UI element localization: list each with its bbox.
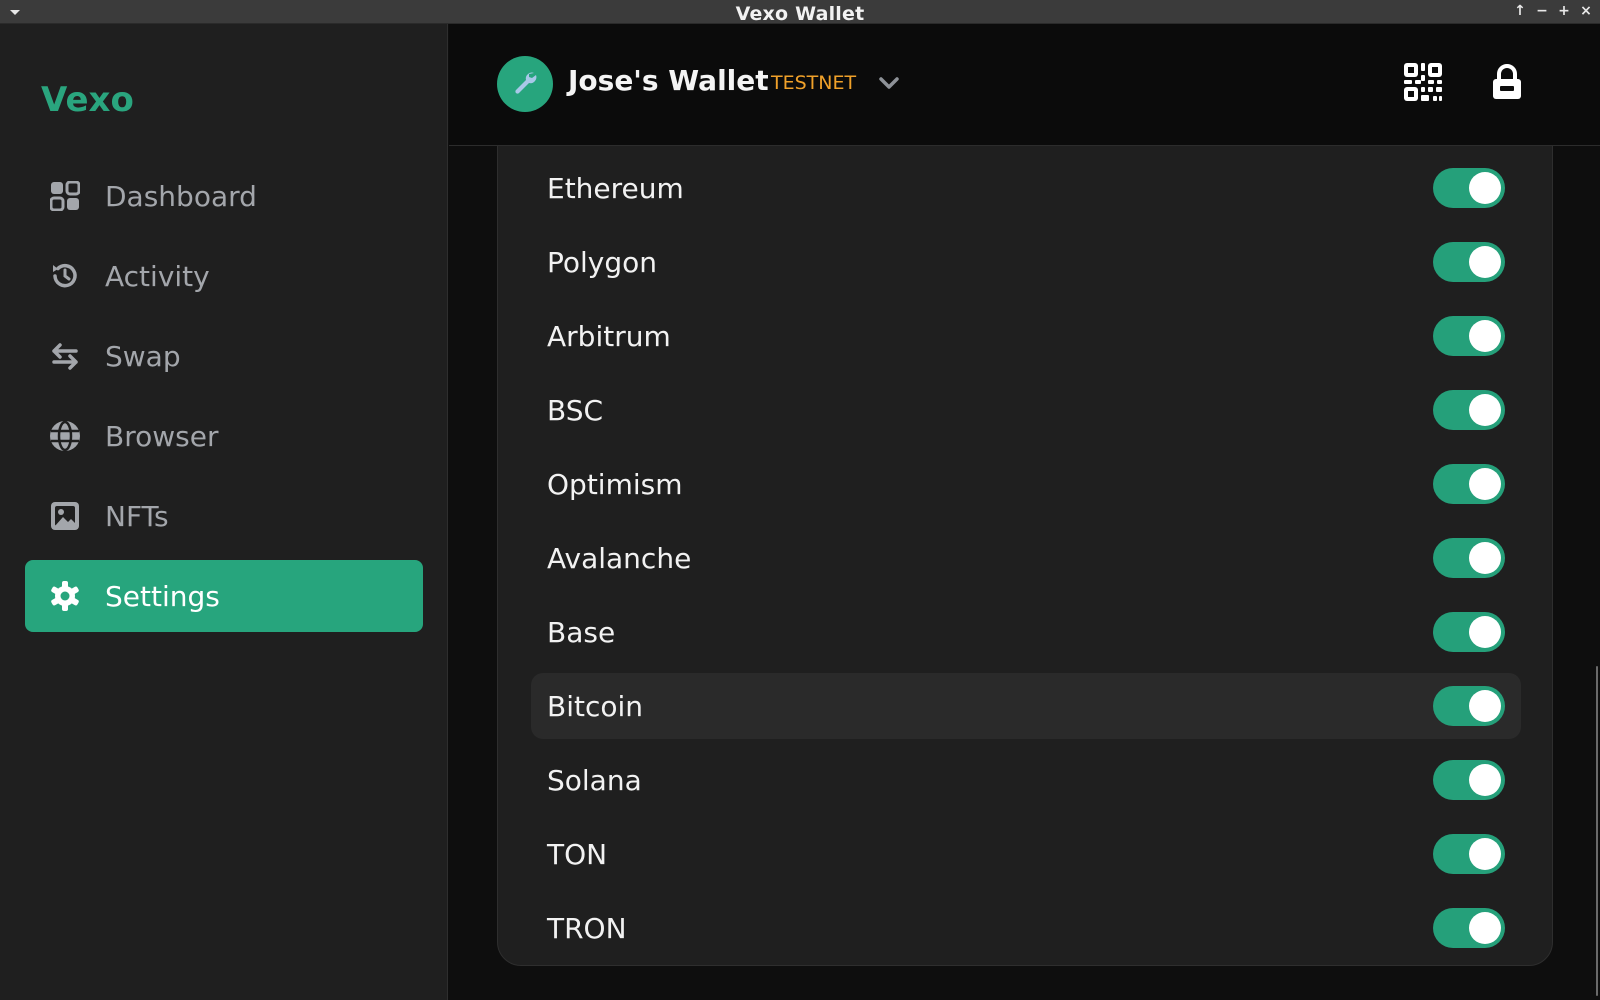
- chain-row-solana[interactable]: Solana: [531, 747, 1521, 813]
- toggle-knob: [1469, 764, 1501, 796]
- sidebar-item-label: Swap: [105, 339, 181, 373]
- history-icon: [49, 260, 81, 292]
- chain-name: Polygon: [547, 245, 658, 279]
- chain-toggle[interactable]: [1433, 168, 1505, 208]
- chain-row-base[interactable]: Base: [531, 599, 1521, 665]
- chain-row-bitcoin[interactable]: Bitcoin: [531, 673, 1521, 739]
- chain-toggle[interactable]: [1433, 908, 1505, 948]
- sidebar-item-label: Settings: [105, 579, 220, 613]
- chain-row-optimism[interactable]: Optimism: [531, 451, 1521, 517]
- window-maximize-button[interactable]: +: [1556, 2, 1572, 20]
- window-keep-above-button[interactable]: ↑: [1512, 2, 1528, 20]
- swap-icon: [49, 340, 81, 372]
- toggle-knob: [1469, 246, 1501, 278]
- sidebar-item-swap[interactable]: Swap: [25, 320, 423, 392]
- qr-code-button[interactable]: [1403, 63, 1443, 105]
- image-icon: [49, 500, 81, 532]
- lock-button[interactable]: [1487, 64, 1527, 104]
- sidebar-item-dashboard[interactable]: Dashboard: [25, 160, 423, 232]
- chain-row-ethereum[interactable]: Ethereum: [531, 155, 1521, 221]
- chain-name: Avalanche: [547, 541, 692, 575]
- wallet-avatar[interactable]: [497, 56, 553, 112]
- window-titlebar: Vexo Wallet ↑ − + ×: [0, 0, 1600, 25]
- chain-toggle[interactable]: [1433, 242, 1505, 282]
- toggle-knob: [1469, 690, 1501, 722]
- window-title: Vexo Wallet: [735, 3, 865, 25]
- networks-card: Ethereum Polygon Arbitrum BSC Optimism Avalan…: [497, 146, 1553, 966]
- sidebar-item-label: NFTs: [105, 499, 169, 533]
- toggle-knob: [1469, 912, 1501, 944]
- wrench-icon: [512, 69, 538, 99]
- chain-name: Base: [547, 615, 616, 649]
- network-badge: TESTNET: [771, 72, 857, 94]
- wallet-header: Jose's Wallet TESTNET: [449, 24, 1600, 146]
- toggle-knob: [1469, 394, 1501, 426]
- gear-icon: [49, 580, 81, 612]
- sidebar-item-label: Browser: [105, 419, 219, 453]
- chain-row-ton[interactable]: TON: [531, 821, 1521, 887]
- window-close-button[interactable]: ×: [1578, 2, 1594, 20]
- chain-list: Ethereum Polygon Arbitrum BSC Optimism Avalan…: [531, 155, 1521, 969]
- chain-name: Bitcoin: [547, 689, 644, 723]
- dashboard-icon: [49, 180, 81, 212]
- chain-name: Solana: [547, 763, 642, 797]
- chain-toggle[interactable]: [1433, 390, 1505, 430]
- chevron-down-icon: [878, 75, 900, 94]
- sidebar: Vexo Dashboard Activity Swap Browser NFT…: [0, 24, 448, 1000]
- sidebar-item-label: Dashboard: [105, 179, 257, 213]
- toggle-knob: [1469, 320, 1501, 352]
- sidebar-item-nfts[interactable]: NFTs: [25, 480, 423, 552]
- settings-content[interactable]: Ethereum Polygon Arbitrum BSC Optimism Avalan…: [449, 146, 1600, 1000]
- sidebar-item-settings[interactable]: Settings: [25, 560, 423, 632]
- toggle-knob: [1469, 838, 1501, 870]
- wallet-switcher-button[interactable]: [877, 72, 901, 96]
- chain-toggle[interactable]: [1433, 316, 1505, 356]
- chain-row-tron[interactable]: TRON: [531, 895, 1521, 961]
- globe-icon: [49, 420, 81, 452]
- chain-name: TON: [547, 837, 608, 871]
- chain-toggle[interactable]: [1433, 612, 1505, 652]
- chain-row-arbitrum[interactable]: Arbitrum: [531, 303, 1521, 369]
- wallet-name[interactable]: Jose's Wallet: [568, 64, 769, 97]
- chain-name: Arbitrum: [547, 319, 671, 353]
- toggle-knob: [1469, 616, 1501, 648]
- chain-row-polygon[interactable]: Polygon: [531, 229, 1521, 295]
- sidebar-nav: Dashboard Activity Swap Browser NFTs Set…: [25, 160, 423, 640]
- toggle-knob: [1469, 172, 1501, 204]
- qr-code-icon: [1404, 63, 1442, 105]
- content-scrollbar[interactable]: [1596, 666, 1598, 996]
- toggle-knob: [1469, 542, 1501, 574]
- chain-name: Optimism: [547, 467, 683, 501]
- chain-toggle[interactable]: [1433, 760, 1505, 800]
- lock-icon: [1491, 64, 1523, 104]
- chain-row-avalanche[interactable]: Avalanche: [531, 525, 1521, 591]
- sidebar-item-activity[interactable]: Activity: [25, 240, 423, 312]
- toggle-knob: [1469, 468, 1501, 500]
- chain-name: Ethereum: [547, 171, 684, 205]
- sidebar-item-label: Activity: [105, 259, 210, 293]
- chain-name: BSC: [547, 393, 604, 427]
- chain-toggle[interactable]: [1433, 686, 1505, 726]
- chain-name: TRON: [547, 911, 627, 945]
- chain-toggle[interactable]: [1433, 834, 1505, 874]
- chain-row-bsc[interactable]: BSC: [531, 377, 1521, 443]
- window-minimize-button[interactable]: −: [1534, 2, 1550, 20]
- chain-toggle[interactable]: [1433, 538, 1505, 578]
- brand-logo: Vexo: [41, 80, 134, 120]
- sidebar-item-browser[interactable]: Browser: [25, 400, 423, 472]
- chain-toggle[interactable]: [1433, 464, 1505, 504]
